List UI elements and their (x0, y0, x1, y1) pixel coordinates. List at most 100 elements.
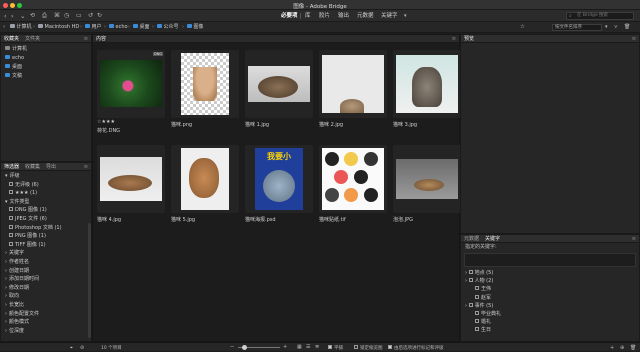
new-collection-icon[interactable]: ⌖ (70, 344, 73, 352)
tab-folders[interactable]: 文件夹 (25, 36, 40, 42)
panel-menu-icon[interactable]: ≡ (452, 36, 456, 42)
tab-preview[interactable]: 预览 (464, 36, 474, 42)
collapse-icon[interactable]: › (5, 259, 7, 265)
filter-row[interactable]: › 作者姓名 (5, 259, 29, 266)
delete-keyword-icon[interactable]: 🗑 (630, 344, 636, 352)
checkbox-icon[interactable] (9, 216, 13, 220)
star-filter-icon[interactable]: ☆ (520, 23, 525, 31)
lock-thumb-toggle[interactable]: 锁定缩览图 (354, 344, 383, 351)
keyword-row[interactable]: 婚礼 (475, 319, 491, 326)
filter-row[interactable]: › 添加日期时间 (5, 276, 39, 283)
sort-direction-icon[interactable]: ▾ (605, 23, 608, 31)
panel-menu-icon[interactable]: ≡ (84, 164, 88, 170)
search-input[interactable]: ⌕ 在 Bridge 搜索 (566, 12, 634, 20)
filter-row[interactable]: › 创建日期 (5, 268, 29, 275)
zoom-out-icon[interactable]: − (230, 343, 234, 351)
thumbnail-size-slider[interactable] (238, 345, 280, 350)
new-keyword-icon[interactable]: + (610, 344, 614, 352)
thumbnail-item[interactable]: 猫咪 4.jpg (97, 145, 165, 223)
favorite-item-documents[interactable]: 文稿 (5, 73, 22, 80)
list-view-icon[interactable]: ≣ (315, 343, 319, 351)
keyword-row[interactable]: 赵军 (475, 294, 491, 302)
favorite-item-echo[interactable]: echo (5, 55, 24, 62)
thumbnail-item[interactable]: 泡泡.JPG (393, 145, 461, 223)
collapse-icon[interactable]: › (5, 328, 7, 334)
workspace-tab-keywords[interactable]: 关键字 (378, 12, 401, 21)
rotate-right-icon[interactable]: ↻ (97, 12, 102, 20)
favorite-item-computer[interactable]: 计算机 (5, 46, 27, 53)
checkbox-icon[interactable] (475, 327, 479, 332)
collapse-icon[interactable]: › (5, 319, 7, 325)
checkbox-icon[interactable] (9, 224, 13, 229)
filter-row[interactable]: DNG 图像 (1) (5, 207, 47, 214)
collapse-icon[interactable]: › (5, 311, 7, 317)
thumbnail-item[interactable]: 我要小 猫咪海报.psd (245, 145, 313, 223)
checkbox-icon[interactable] (388, 344, 392, 349)
checkbox-icon[interactable] (354, 344, 358, 349)
thumbnail-item[interactable]: DNG ☆★★★ 荷花.DNG (97, 50, 165, 134)
collapse-icon[interactable]: › (5, 302, 7, 308)
recent-folders-icon[interactable]: ⌄ (20, 12, 25, 20)
tab-filter[interactable]: 筛选器 (4, 164, 19, 170)
collapse-icon[interactable]: › (5, 293, 7, 299)
checkbox-icon[interactable] (9, 181, 13, 186)
tab-favorites[interactable]: 收藏夹 (4, 36, 19, 42)
panel-menu-icon[interactable]: ≡ (632, 236, 636, 242)
open-recent-icon[interactable]: ◷ (64, 12, 69, 20)
keyword-row[interactable]: 生日 (475, 327, 491, 334)
filter-row[interactable]: TIFF 图像 (1) (5, 241, 46, 249)
collapse-icon[interactable]: › (5, 285, 7, 291)
new-folder-icon[interactable]: ▭ (76, 12, 82, 20)
filter-row[interactable]: › 修改日期 (5, 285, 29, 292)
filter-row[interactable]: › 关键字 (5, 250, 24, 257)
checkbox-icon[interactable] (468, 270, 473, 274)
grid-view-icon[interactable]: ▦ (297, 343, 302, 351)
checkbox-icon[interactable] (9, 190, 13, 195)
filter-icon[interactable]: ⋎ (614, 23, 618, 31)
filter-row[interactable]: › 位深度 (5, 328, 24, 335)
history-icon[interactable]: ⟲ (30, 12, 35, 20)
new-subkeyword-icon[interactable]: ⊕ (620, 344, 624, 352)
filter-row[interactable]: ▾ 评级 (5, 173, 20, 180)
checkbox-icon[interactable] (475, 311, 479, 315)
refine-icon[interactable]: ⌘ (54, 12, 60, 20)
panel-menu-icon[interactable]: ≡ (632, 36, 636, 42)
filter-row[interactable]: › 长宽比 (5, 302, 24, 309)
camera-import-icon[interactable]: ⎙ (42, 12, 47, 20)
workspace-tab-metadata[interactable]: 元数据 (354, 12, 377, 21)
filter-row[interactable]: Photoshop 文档 (1) (5, 224, 62, 232)
thumb-meta-toggle[interactable]: 由后选项进行标记和评级 (388, 344, 444, 351)
thumbnail-item[interactable]: 猫咪 1.jpg (245, 50, 313, 128)
tab-collections[interactable]: 收藏集 (25, 164, 40, 170)
panel-menu-icon[interactable]: ≡ (84, 36, 88, 42)
tab-keywords[interactable]: 关键字 (485, 236, 500, 242)
thumbnail-item[interactable]: 猫咪贴纸.tif (319, 145, 387, 223)
checkbox-icon[interactable] (9, 241, 13, 246)
tab-metadata[interactable]: 元数据 (464, 236, 479, 242)
trash-icon[interactable]: 🗑 (624, 23, 630, 31)
slider-handle[interactable] (242, 345, 247, 350)
breadcrumb-official-account[interactable]: 公众号 (157, 24, 179, 31)
back-icon[interactable]: ‹ (4, 12, 7, 20)
checkbox-icon[interactable] (328, 344, 332, 349)
filter-row[interactable]: › 取向 (5, 293, 19, 300)
filter-row[interactable]: › 颜色模式 (5, 319, 29, 326)
thumbnail-item[interactable]: 猫咪.png (171, 50, 239, 128)
rating-stars[interactable]: ☆★★★ (97, 119, 115, 125)
clear-filter-icon[interactable]: ⊘ (80, 344, 84, 352)
collapse-icon[interactable]: › (5, 268, 7, 274)
expand-icon[interactable]: ▾ (5, 173, 8, 179)
checkbox-icon[interactable] (475, 294, 479, 299)
assigned-keywords-field[interactable] (464, 253, 636, 267)
checkbox-icon[interactable] (9, 207, 13, 212)
keyword-row[interactable]: › 人物 (2) (465, 278, 493, 285)
filter-row[interactable]: ★★★ (1) (5, 190, 37, 197)
filter-row[interactable]: 无评级 (6) (5, 181, 39, 189)
breadcrumb-users[interactable]: 用户 (85, 24, 102, 31)
workspace-tab-library[interactable]: 库 (302, 12, 314, 21)
breadcrumb-macintosh-hd[interactable]: Macintosh HD (38, 24, 79, 31)
forward-icon[interactable]: › (11, 12, 14, 20)
keyword-row[interactable]: 王伟 (475, 286, 491, 293)
detail-view-icon[interactable]: ☰ (306, 343, 310, 351)
keyword-row[interactable]: › 事件 (5) (465, 302, 493, 310)
